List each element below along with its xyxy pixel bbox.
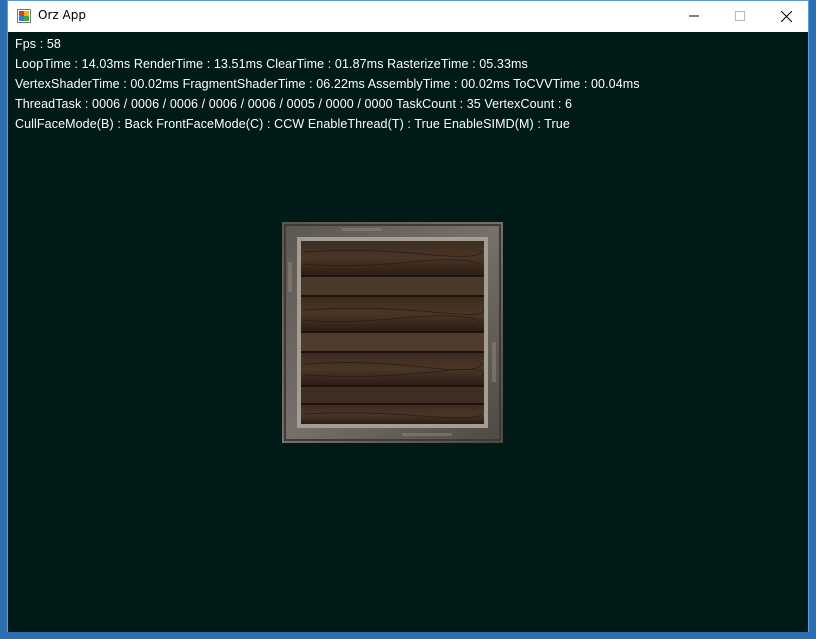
close-icon bbox=[780, 10, 792, 22]
maximize-button[interactable] bbox=[717, 1, 763, 31]
minimize-icon bbox=[689, 15, 699, 17]
thread-stats-text: ThreadTask : 0006 / 0006 / 0006 / 0006 /… bbox=[15, 97, 573, 111]
wooden-crate bbox=[282, 222, 503, 443]
maximize-icon bbox=[735, 11, 745, 21]
title-bar[interactable]: Orz App bbox=[8, 1, 808, 32]
app-icon bbox=[17, 9, 31, 23]
window-title: Orz App bbox=[38, 8, 86, 22]
fps-text: Fps : 58 bbox=[15, 37, 61, 51]
shader-stats-text: VertexShaderTime : 00.02ms FragmentShade… bbox=[15, 77, 640, 91]
time-stats-text: LoopTime : 14.03ms RenderTime : 13.51ms … bbox=[15, 57, 528, 71]
close-button[interactable] bbox=[763, 1, 809, 31]
app-window: Orz App Fps : 58 LoopTime : 14.03ms Rend… bbox=[7, 0, 809, 632]
mode-stats-text: CullFaceMode(B) : Back FrontFaceMode(C) … bbox=[15, 117, 570, 131]
minimize-button[interactable] bbox=[671, 1, 717, 31]
render-viewport[interactable]: Fps : 58 LoopTime : 14.03ms RenderTime :… bbox=[8, 32, 808, 632]
